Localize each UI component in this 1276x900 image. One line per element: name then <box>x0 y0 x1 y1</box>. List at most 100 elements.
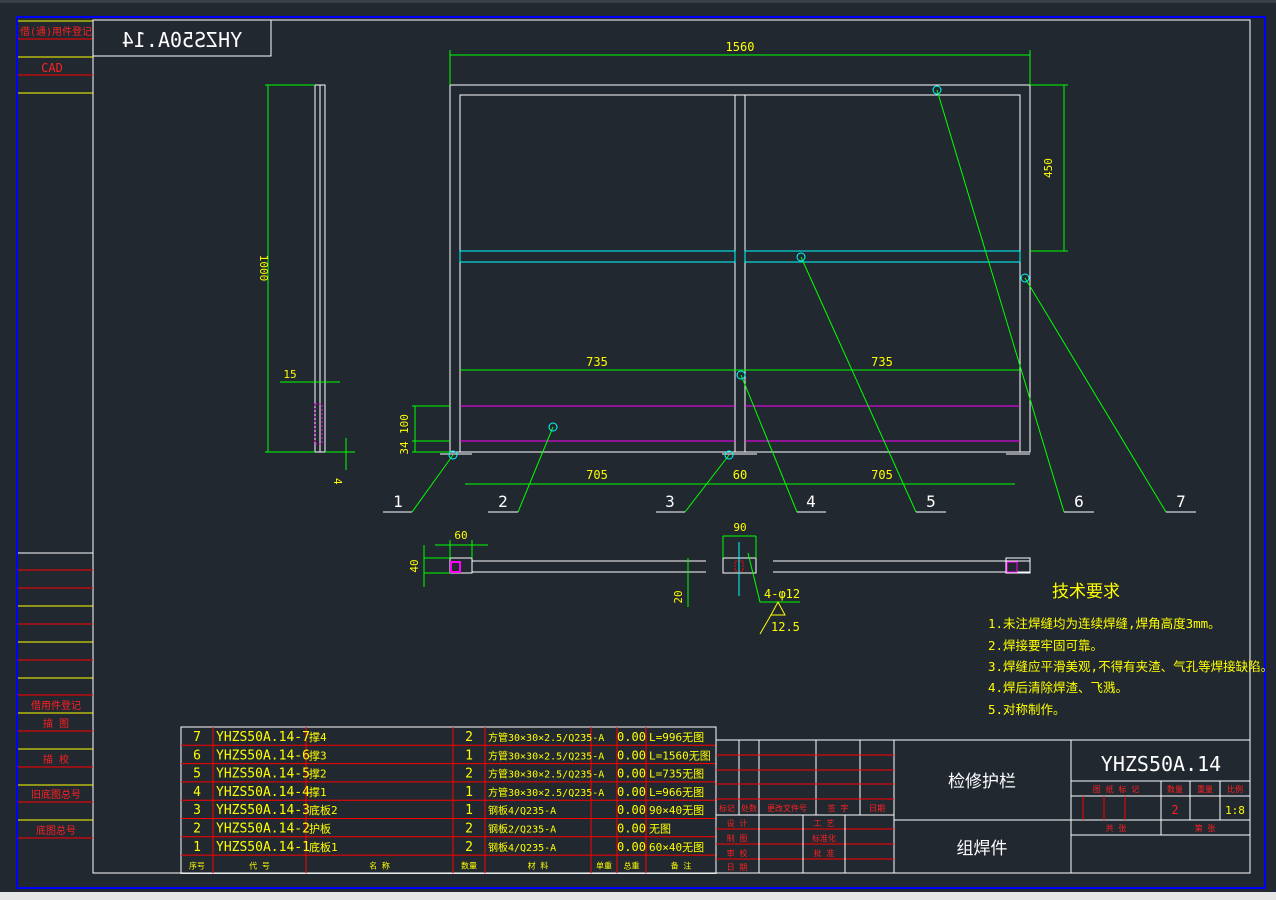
sidebar-cad-label: CAD <box>41 61 63 75</box>
roughness-value: 12.5 <box>771 620 800 634</box>
dim-plate-40: 40 <box>408 559 421 572</box>
tech-title: 技术要求 <box>1052 582 1120 602</box>
dim-height-top: 450 <box>1042 158 1055 178</box>
sidebar-top-label: 借(通)用件登记 <box>20 25 92 38</box>
sign-label: 工 艺 <box>814 819 835 828</box>
bom-cell: 撑3 <box>309 748 327 762</box>
dim-span-left: 735 <box>586 355 608 369</box>
bom-header: 单重 <box>596 860 612 870</box>
dim-width: 1560 <box>726 40 755 54</box>
bom-cell: 7 <box>193 730 201 745</box>
bom-cell: 钢板2/Q235-A <box>488 823 556 836</box>
bom-cell: 0.00 <box>617 840 646 854</box>
rev-header: 标记 <box>719 803 735 813</box>
bom-cell: 2 <box>193 822 201 837</box>
bom-cell: 5 <box>193 767 201 782</box>
bom-cell: 2 <box>465 767 473 782</box>
sidebar-label: 旧底图总号 <box>31 788 81 801</box>
rev-header: 处数 <box>741 803 757 813</box>
info-header: 数量 <box>1167 784 1183 794</box>
dim-side-height: 1000 <box>257 255 270 282</box>
bom-cell: YHZS50A.14-4 <box>216 785 310 800</box>
bom-header: 总重 <box>624 860 640 870</box>
bom-cell: L=996无图 <box>649 731 704 744</box>
dim-side-15: 15 <box>283 368 296 381</box>
sidebar-label: 借用件登记 <box>31 699 81 712</box>
scale-value: 1:8 <box>1225 804 1245 817</box>
bom-cell: L=1560无图 <box>649 749 711 762</box>
bom-cell: YHZS50A.14-3 <box>216 803 310 818</box>
bom-cell: 6 <box>193 748 201 763</box>
bom-cell: YHZS50A.14-1 <box>216 840 310 855</box>
plan-view <box>423 535 1031 635</box>
bom-header: 序号 <box>189 860 205 870</box>
bom-header: 材 料 <box>528 860 549 870</box>
info-header: 比例 <box>1227 784 1243 794</box>
bom-cell: 60×40无图 <box>649 841 704 854</box>
dim-plate-60: 60 <box>454 529 467 542</box>
bom-cell: 无图 <box>649 823 671 836</box>
bom-cell: L=735无图 <box>649 768 704 781</box>
bom-cell: 2 <box>465 730 473 745</box>
side-view <box>265 84 355 470</box>
bom-cell: 钢板4/Q235-A <box>488 841 556 854</box>
sheets-total: 共 张 <box>1106 824 1127 833</box>
sidebar-label: 底图总号 <box>36 824 76 837</box>
dim-plate-90: 90 <box>733 521 746 534</box>
dim-plate-20: 20 <box>672 590 685 603</box>
bom-cell: 4 <box>193 785 201 800</box>
bom-cell: 0.00 <box>617 803 646 817</box>
balloon-2: 2 <box>498 492 508 511</box>
bom-cell: 0.00 <box>617 785 646 799</box>
bom-cell: 方管30×30×2.5/Q235-A <box>488 786 604 799</box>
bom-cell: 0.00 <box>617 730 646 744</box>
tech-item: 1.未注焊缝均为连续焊缝,焊角高度3mm。 <box>988 616 1221 631</box>
bom-cell: 撑4 <box>309 730 327 744</box>
drawing-name: 检修护栏 <box>948 772 1016 792</box>
front-view <box>383 50 1196 513</box>
dim-base-mid: 60 <box>733 468 747 482</box>
bom-cell: 撑1 <box>309 785 327 799</box>
sign-label: 批 准 <box>814 848 835 858</box>
balloon-3: 3 <box>665 492 675 511</box>
bom-cell: YHZS50A.14-5 <box>216 767 310 782</box>
drawing-code: YHZS50A.14 <box>1101 752 1221 776</box>
bom-cell: 底板2 <box>309 803 338 817</box>
dim-bottom-34: 34 <box>398 441 411 455</box>
bom-cell: 撑2 <box>309 767 327 781</box>
bom-cell: 方管30×30×2.5/Q235-A <box>488 731 604 744</box>
tech-item: 3.焊缝应平滑美观,不得有夹渣、气孔等焊接缺陷。 <box>988 659 1273 674</box>
balloon-1: 1 <box>393 492 403 511</box>
dim-span-right: 735 <box>871 355 893 369</box>
bom-cell: 1 <box>465 803 473 818</box>
sheet-number: 第 张 <box>1195 823 1216 833</box>
bom-cell: 1 <box>465 748 473 763</box>
cad-drawing-canvas[interactable]: 借(通)用件登记 CAD 借用件登记 描 图 描 校 旧底图总号 底图总号 YH… <box>0 0 1276 900</box>
rev-header: 更改文件号 <box>767 803 807 813</box>
mirror-code: YHZS50A.14 <box>122 28 242 52</box>
balloon-6: 6 <box>1074 492 1084 511</box>
balloon-7: 7 <box>1176 492 1186 511</box>
bom-cell: 护板 <box>309 822 331 836</box>
dim-base-right: 705 <box>871 468 893 482</box>
balloon-4: 4 <box>806 492 816 511</box>
bom-cell: 底板1 <box>309 840 338 854</box>
dim-bottom-100: 100 <box>398 414 411 434</box>
bom-cell: 90×40无图 <box>649 804 704 817</box>
bom-header: 数量 <box>461 860 477 870</box>
rev-header: 签 字 <box>828 803 849 813</box>
bom-cell: L=966无图 <box>649 786 704 799</box>
bom-cell: 0.00 <box>617 822 646 836</box>
sign-label: 审 校 <box>727 848 748 858</box>
bom-cell: 钢板4/Q235-A <box>488 804 556 817</box>
rev-header: 日期 <box>869 804 885 813</box>
bom-cell: YHZS50A.14-6 <box>216 748 310 763</box>
sign-label: 制 图 <box>727 833 748 843</box>
bom-cell: YHZS50A.14-7 <box>216 730 310 745</box>
sidebar-label: 描 图 <box>43 717 69 730</box>
info-header: 重量 <box>1197 784 1213 794</box>
dim-holes: 4-φ12 <box>764 587 800 601</box>
left-sidebar: 借(通)用件登记 CAD 借用件登记 描 图 描 校 旧底图总号 底图总号 <box>18 20 93 839</box>
bom-header: 备 注 <box>671 860 692 870</box>
bom-cell: 1 <box>193 840 201 855</box>
